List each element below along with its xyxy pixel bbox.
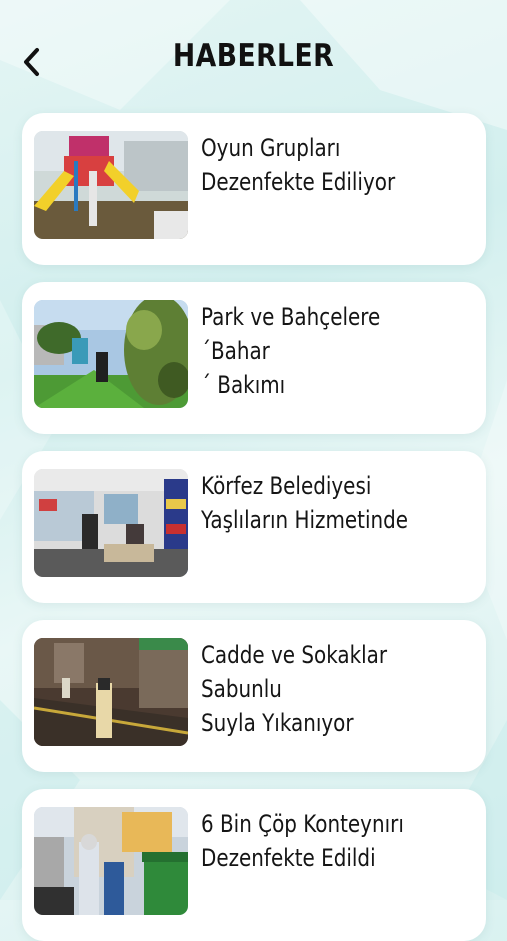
news-list: Oyun Grupları Dezenfekte Ediliyor Park v…	[0, 0, 507, 941]
news-title: 6 Bin Çöp Konteynırı Dezenfekte Edildi	[201, 810, 404, 872]
news-title: Cadde ve Sokaklar Sabunlu Suyla Yıkanıyo…	[201, 641, 388, 737]
news-title: Körfez Belediyesi Yaşlıların Hizmetinde	[201, 472, 409, 534]
news-card[interactable]: 6 Bin Çöp Konteynırı Dezenfekte Edildi	[22, 789, 486, 941]
news-card[interactable]: Oyun Grupları Dezenfekte Ediliyor	[22, 113, 486, 265]
news-thumbnail	[34, 300, 188, 408]
news-thumbnail	[34, 469, 188, 577]
news-card[interactable]: Cadde ve Sokaklar Sabunlu Suyla Yıkanıyo…	[22, 620, 486, 772]
news-thumbnail	[34, 131, 188, 239]
news-thumbnail	[34, 807, 188, 915]
news-title: Park ve Bahçelere ´Bahar ´ Bakımı	[201, 303, 381, 399]
news-card[interactable]: Körfez Belediyesi Yaşlıların Hizmetinde	[22, 451, 486, 603]
news-card[interactable]: Park ve Bahçelere ´Bahar ´ Bakımı	[22, 282, 486, 434]
news-title: Oyun Grupları Dezenfekte Ediliyor	[201, 134, 396, 196]
news-thumbnail	[34, 638, 188, 746]
